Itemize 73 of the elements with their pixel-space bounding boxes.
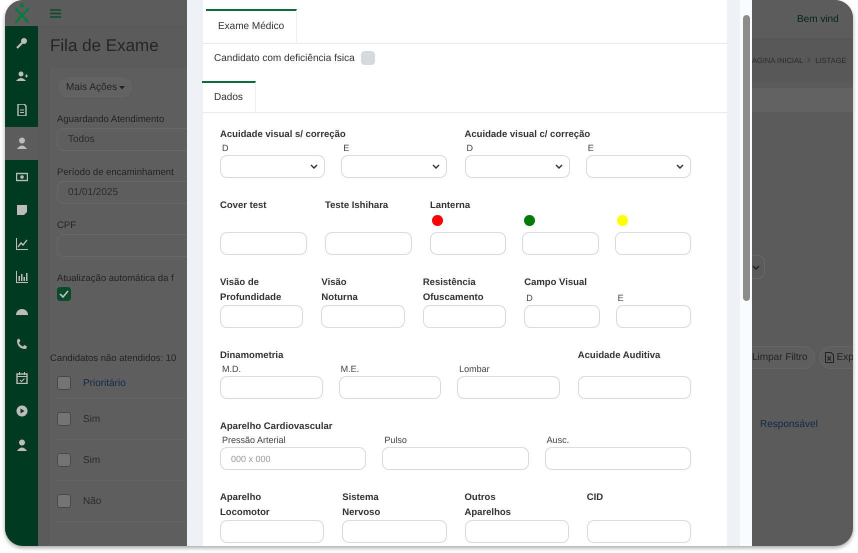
field-group-title: Acuidade visual c/ correção	[464, 128, 592, 142]
field-label: D	[525, 292, 534, 305]
field-label: E	[586, 142, 595, 155]
field-group-title: Aparelho Cardiovascular	[220, 420, 334, 434]
checkbox[interactable]	[57, 494, 71, 508]
user-plus-icon	[16, 70, 28, 82]
column-header[interactable]: Prioritário	[83, 378, 126, 388]
filter-label: Aguardando Atendimento	[57, 114, 166, 125]
field-label: M.E.	[340, 363, 360, 376]
caret-icon	[119, 86, 126, 90]
user-icon	[16, 137, 28, 150]
checkbox[interactable]	[57, 287, 71, 301]
field-label: D	[466, 142, 474, 155]
note-icon	[16, 204, 28, 216]
clear-filter-button[interactable]: Limpar Filtro	[752, 346, 815, 369]
count-text: Candidatos não atendidos: 10	[50, 353, 178, 364]
field-label: M.D.	[221, 363, 242, 376]
spreadsheet-file-icon	[824, 352, 834, 363]
field-group-title: Visão de Profundidade	[220, 276, 282, 305]
checkbox[interactable]	[57, 453, 71, 467]
field-group-title: Aparelho Locomotor	[220, 491, 271, 520]
logo-icon	[14, 3, 30, 23]
chevron-icon	[310, 164, 318, 169]
field-group-title: Acuidade visual s/ correção	[220, 128, 347, 142]
field-group-title: Lanterna	[430, 199, 472, 213]
field-label: Ausc.	[546, 434, 570, 447]
checkbox[interactable]	[360, 51, 375, 65]
banknote-icon	[16, 170, 28, 183]
filter-label: Atualização automática da f	[57, 273, 175, 284]
wrench-icon	[16, 36, 28, 49]
field-label: D	[221, 142, 230, 155]
field-group-title: CID	[586, 491, 604, 505]
input-field[interactable]	[57, 234, 187, 257]
user-icon	[16, 438, 28, 451]
field-label: E	[616, 292, 625, 305]
field-group-title: Outros Aparelhos	[464, 491, 512, 520]
field-group-title: Teste Ishihara	[325, 199, 390, 213]
checkbox-label: Candidato com deficiência fsica	[214, 52, 355, 64]
line-chart-icon	[16, 238, 28, 250]
field-group-title: Resistência Ofuscamento	[422, 276, 485, 305]
select-field[interactable]	[752, 255, 765, 279]
scrollbar-thumb[interactable]	[743, 15, 750, 301]
chevron-icon	[432, 164, 440, 169]
filter-label: Período de encaminhament	[57, 167, 175, 178]
chevron-icon	[752, 264, 760, 270]
field-label: Lombar	[458, 363, 491, 376]
field-group-title: Visão Noturna	[321, 276, 359, 305]
check-icon	[59, 290, 69, 298]
play-icon	[16, 405, 28, 418]
checkbox[interactable]	[57, 412, 71, 426]
checkbox[interactable]	[57, 376, 71, 390]
welcome-text: Bem vind	[797, 14, 839, 24]
field-group-title: Sistema Nervoso	[342, 491, 382, 520]
field-label: Pulso	[383, 434, 408, 447]
field-group-title: Cover test	[220, 199, 268, 213]
menu-icon[interactable]	[50, 8, 61, 18]
more-actions-button[interactable]: Mais Ações	[57, 76, 134, 99]
tab[interactable]: Dados	[202, 81, 256, 112]
sidebar-item[interactable]	[5, 126, 38, 160]
tab[interactable]: Exame Médico	[206, 9, 298, 43]
chevron-icon	[676, 164, 684, 169]
document-icon	[16, 104, 28, 116]
phone-icon	[16, 338, 28, 350]
bar-chart-icon	[16, 271, 28, 284]
field-group-title: Campo Visual	[524, 276, 588, 290]
field-group-title: Acuidade Auditiva	[578, 349, 662, 363]
field-group-title: Dinamometria	[220, 349, 284, 363]
calendar-icon	[16, 372, 28, 384]
field-label: Pressão Arterial	[221, 434, 287, 447]
field-label: E	[342, 142, 350, 155]
chevron-icon	[554, 164, 563, 169]
filter-label: CPF	[57, 220, 77, 231]
column-header[interactable]: Responsável	[760, 419, 853, 430]
